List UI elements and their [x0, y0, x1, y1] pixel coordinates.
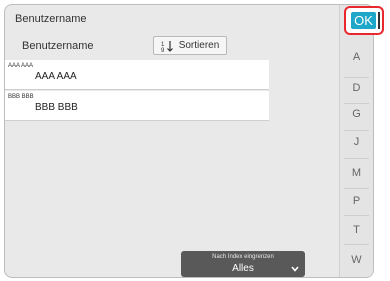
- ok-highlight: OK: [344, 6, 384, 35]
- chevron-down-icon: [291, 259, 299, 277]
- user-list-panel: Benutzername Benutzername 1 9 Sortieren …: [4, 4, 374, 278]
- index-letter-d[interactable]: D: [340, 82, 373, 94]
- sort-icon: 1 9: [161, 40, 175, 52]
- panel-title: Benutzername: [15, 13, 87, 25]
- ok-side-bar: [378, 12, 380, 29]
- index-divider: [344, 130, 369, 131]
- index-letter-p[interactable]: P: [340, 195, 373, 207]
- list-item[interactable]: BBB BBB BBB BBB: [5, 91, 269, 121]
- filter-value: Alles: [232, 263, 254, 274]
- index-filter-dropdown[interactable]: Nach Index eingrenzen Alles: [181, 251, 305, 277]
- column-header: Benutzername: [22, 40, 94, 52]
- list-item-name: AAA AAA: [35, 71, 77, 82]
- ok-button[interactable]: OK: [351, 12, 376, 29]
- index-letter-t[interactable]: T: [340, 224, 373, 236]
- index-divider: [344, 188, 369, 189]
- index-divider: [344, 158, 369, 159]
- filter-label: Nach Index eingrenzen: [212, 254, 274, 260]
- list-item[interactable]: AAA AAA AAA AAA: [5, 60, 269, 90]
- index-letter-w[interactable]: W: [340, 254, 373, 266]
- index-divider: [344, 103, 369, 104]
- svg-text:9: 9: [161, 48, 165, 52]
- index-letter-a[interactable]: A: [340, 51, 373, 63]
- index-bar: A D G J M P T W: [339, 5, 373, 277]
- list-item-index: AAA AAA: [8, 63, 34, 69]
- index-letter-j[interactable]: J: [340, 136, 373, 148]
- index-divider: [344, 215, 369, 216]
- index-letter-g[interactable]: G: [340, 108, 373, 120]
- sort-button-label: Sortieren: [178, 40, 220, 51]
- sort-button[interactable]: 1 9 Sortieren: [153, 36, 227, 55]
- index-letter-m[interactable]: M: [340, 167, 373, 179]
- index-divider: [344, 244, 369, 245]
- index-divider: [344, 77, 369, 78]
- list-item-index: BBB BBB: [8, 94, 34, 100]
- list-item-name: BBB BBB: [35, 102, 78, 113]
- user-list: AAA AAA AAA AAA BBB BBB BBB BBB: [5, 60, 269, 122]
